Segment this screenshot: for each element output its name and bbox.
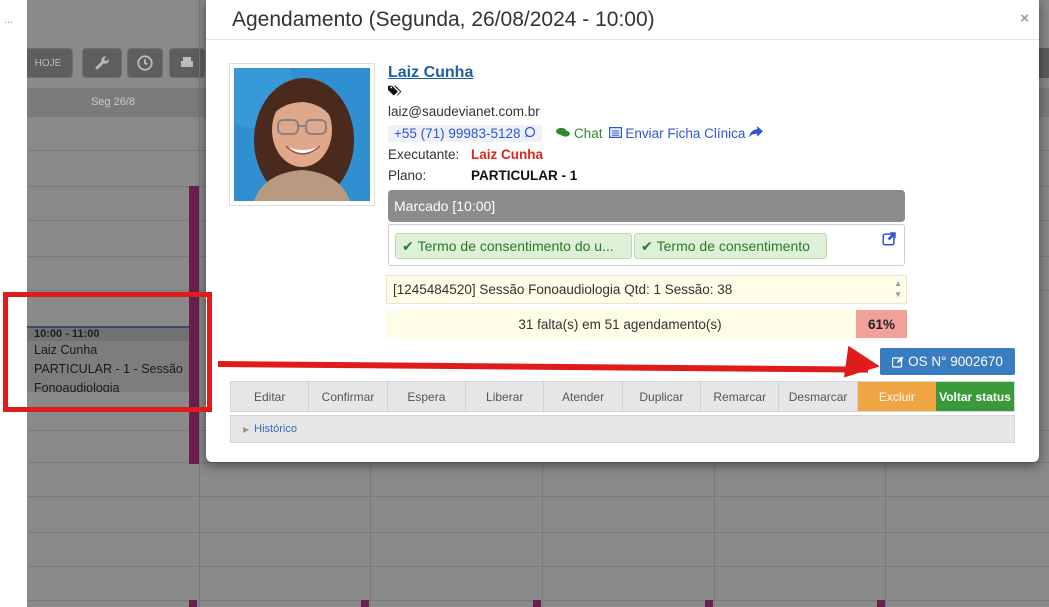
left-edge-mark: ... (4, 14, 14, 26)
check-icon: ✔ (641, 237, 653, 254)
close-icon[interactable]: × (1020, 10, 1029, 27)
list-alt-icon (608, 126, 622, 138)
caret-right-icon: ▶ (243, 424, 250, 434)
consent-term-2-label: Termo de consentimento (656, 238, 810, 254)
day-header: Seg 26/8 (27, 88, 199, 116)
consent-term-2[interactable]: ✔ Termo de consentimento (634, 233, 827, 259)
confirm-button[interactable]: Confirmar (309, 382, 388, 411)
whatsapp-icon[interactable] (524, 126, 536, 141)
unschedule-button[interactable]: Desmarcar (779, 382, 858, 411)
session-text: [1245484520] Sessão Fonoaudiologia Qtd: … (393, 282, 733, 297)
wrench-icon[interactable] (82, 48, 122, 78)
history-toggle[interactable]: ▶ Histórico (230, 415, 1015, 443)
chat-label: Chat (574, 125, 603, 141)
consent-term-1-label: Termo de consentimento do u... (417, 238, 614, 254)
clock-icon[interactable] (127, 48, 163, 78)
annotation-arrow-head (843, 345, 883, 383)
session-select[interactable]: [1245484520] Sessão Fonoaudiologia Qtd: … (386, 275, 907, 304)
patient-info: Laiz Cunha laiz@saudevianet.com.br +55 (… (388, 62, 908, 186)
os-button[interactable]: OS N° 9002670 (880, 348, 1015, 375)
modal-title: Agendamento (Segunda, 26/08/2024 - 10:00… (232, 7, 655, 31)
absence-percent-badge: 61% (856, 310, 907, 338)
appointment-modal: Agendamento (Segunda, 26/08/2024 - 10:00… (206, 0, 1039, 462)
stepper-arrows-icon[interactable]: ▲ ▼ (894, 278, 902, 300)
executante-row: Executante: Laiz Cunha (388, 144, 908, 165)
delete-button[interactable]: Excluir (857, 382, 937, 411)
release-button[interactable]: Liberar (466, 382, 545, 411)
share-arrow-icon (749, 125, 764, 138)
modal-header: Agendamento (Segunda, 26/08/2024 - 10:00… (206, 0, 1039, 40)
wait-button[interactable]: Espera (388, 382, 467, 411)
executante-value: Laiz Cunha (471, 147, 544, 162)
external-link-icon[interactable] (882, 231, 897, 251)
revert-status-button[interactable]: Voltar status (936, 382, 1014, 411)
plano-value: PARTICULAR - 1 (471, 168, 578, 183)
consent-terms-box: ✔ Termo de consentimento do u... ✔ Termo… (388, 224, 905, 266)
today-button[interactable]: HOJE (27, 48, 73, 78)
appointment-status: Marcado [10:00] (388, 190, 905, 222)
plano-label: Plano: (388, 168, 427, 183)
consent-term-1[interactable]: ✔ Termo de consentimento do u... (395, 233, 632, 259)
edit-icon (892, 356, 904, 368)
absence-summary: 31 falta(s) em 51 agendamento(s) 61% (386, 310, 907, 338)
patient-email: laiz@saudevianet.com.br (388, 104, 540, 119)
send-form-label: Enviar Ficha Clínica (625, 125, 746, 141)
patient-phone[interactable]: +55 (71) 99983-5128 (388, 124, 543, 142)
history-label: Histórico (254, 423, 297, 435)
edit-button[interactable]: Editar (231, 382, 310, 411)
executante-label: Executante: (388, 147, 460, 162)
patient-name-link[interactable]: Laiz Cunha (388, 62, 908, 84)
reschedule-button[interactable]: Remarcar (701, 382, 780, 411)
chat-link[interactable]: Chat (556, 125, 603, 141)
tags-icon[interactable] (388, 84, 908, 100)
duplicate-button[interactable]: Duplicar (623, 382, 702, 411)
check-icon: ✔ (402, 237, 414, 254)
absence-text: 31 falta(s) em 51 agendamento(s) (518, 316, 722, 332)
chat-icon (556, 127, 571, 137)
action-bar: Editar Confirmar Espera Liberar Atender … (230, 381, 1015, 412)
annotation-highlight-box (3, 292, 212, 412)
phone-text: +55 (71) 99983-5128 (394, 125, 521, 141)
plano-row: Plano: PARTICULAR - 1 (388, 165, 908, 186)
patient-photo (229, 63, 375, 206)
send-form-link[interactable]: Enviar Ficha Clínica (608, 125, 764, 141)
os-button-label: OS N° 9002670 (908, 354, 1003, 369)
attend-button[interactable]: Atender (544, 382, 623, 411)
